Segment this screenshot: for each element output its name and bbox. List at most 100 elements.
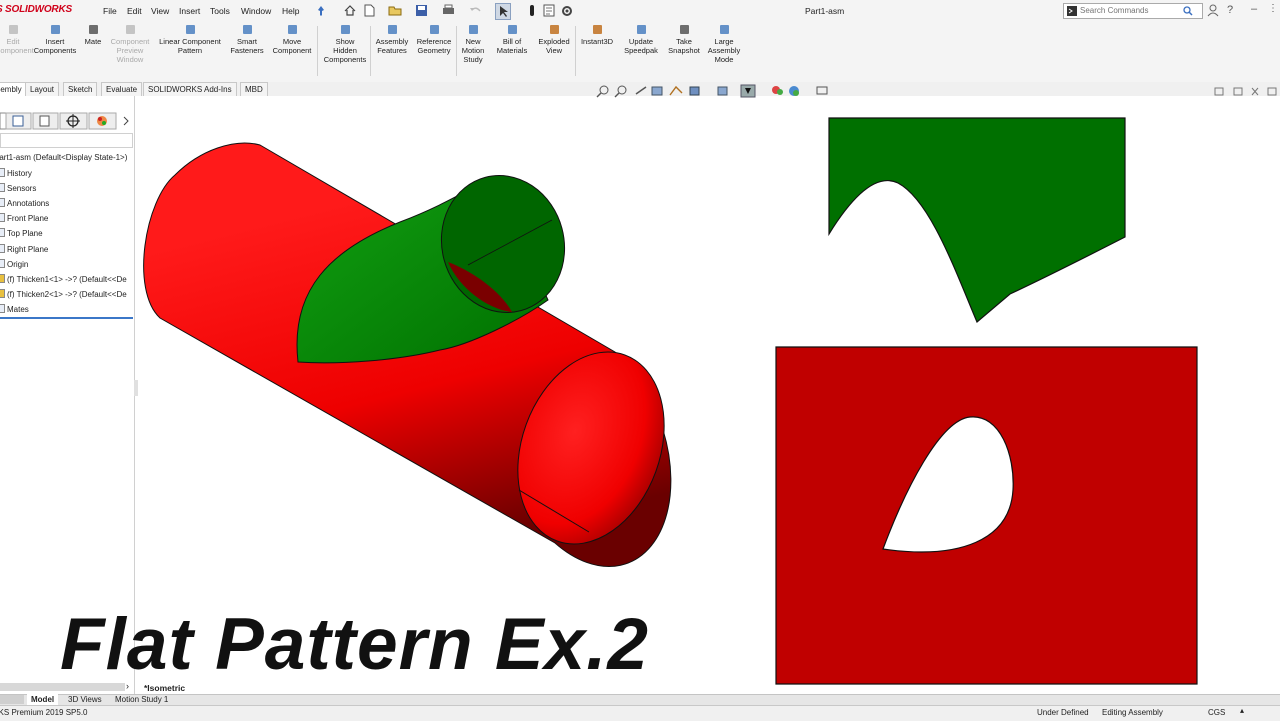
user-icon[interactable]: [1207, 4, 1219, 17]
section-view-icon[interactable]: [651, 86, 663, 96]
mate-button[interactable]: Mate: [83, 24, 103, 46]
sensors-icon: [0, 183, 5, 192]
menu-view[interactable]: View: [151, 6, 169, 16]
exploded-view-button[interactable]: Exploded View: [536, 24, 572, 55]
tab-addins[interactable]: SOLIDWORKS Add-Ins: [143, 82, 237, 96]
tree-item-origin[interactable]: Origin: [0, 259, 28, 269]
tree-item-mates[interactable]: Mates: [0, 304, 29, 314]
menu-window[interactable]: Window: [241, 6, 271, 16]
insert-components-button[interactable]: Insert Components: [32, 24, 78, 55]
dimxpert-manager-tab-icon[interactable]: [59, 112, 88, 130]
tree-item-top-plane[interactable]: Top Plane: [0, 228, 43, 238]
menu-help[interactable]: Help: [282, 6, 299, 16]
units-dropdown-icon[interactable]: ▴: [1240, 706, 1244, 715]
component-preview-window-button[interactable]: Component Preview Window: [108, 24, 152, 64]
new-document-icon[interactable]: [362, 3, 376, 18]
tree-item-annotations[interactable]: Annotations: [0, 198, 49, 208]
minimize-icon[interactable]: –: [1251, 3, 1257, 15]
menu-edit[interactable]: Edit: [127, 6, 142, 16]
bottom-tab-motion-study[interactable]: Motion Study 1: [111, 694, 172, 705]
new-motion-study-button[interactable]: New Motion Study: [459, 24, 487, 64]
apply-scene-icon[interactable]: [789, 86, 799, 96]
large-assembly-mode-button[interactable]: Large Assembly Mode: [707, 24, 741, 64]
expand-panel-chevron-icon[interactable]: [123, 116, 129, 126]
bill-of-materials-button[interactable]: Bill of Materials: [496, 24, 528, 55]
smart-fasteners-label: Smart Fasteners: [230, 37, 264, 55]
search-commands-icon: [1067, 6, 1077, 16]
home-icon[interactable]: [343, 3, 357, 18]
tab-layout[interactable]: Layout: [25, 82, 60, 96]
view-orientation-icon[interactable]: [689, 86, 700, 96]
heads-up-view-toolbar[interactable]: [596, 84, 841, 98]
tree-filter-bar[interactable]: [0, 133, 133, 148]
help-icon[interactable]: ?: [1227, 4, 1233, 16]
status-editing: Editing Assembly: [1102, 708, 1163, 717]
tree-item-label: Top Plane: [7, 229, 43, 238]
linear-component-pattern-button[interactable]: Linear Component Pattern: [157, 24, 223, 55]
search-box[interactable]: [1063, 3, 1203, 19]
print-icon[interactable]: [441, 3, 455, 18]
solidworks-logo[interactable]: S SOLIDWORKS: [0, 4, 72, 15]
display-style-icon[interactable]: [717, 86, 728, 96]
select-icon[interactable]: [495, 3, 511, 20]
save-icon[interactable]: [414, 3, 428, 18]
tab-sketch[interactable]: Sketch: [63, 82, 98, 96]
tree-item-history[interactable]: History: [0, 168, 32, 178]
tab-mbd[interactable]: MBD: [240, 82, 268, 96]
search-input[interactable]: [1080, 4, 1180, 16]
menu-insert[interactable]: Insert: [179, 6, 200, 16]
reference-geometry-button[interactable]: Reference Geometry: [415, 24, 453, 55]
zoom-to-area-icon[interactable]: [614, 85, 627, 98]
window-dock-icon[interactable]: [1267, 87, 1277, 96]
tree-item-sensors[interactable]: Sensors: [0, 183, 36, 193]
window-restore-icon[interactable]: [1214, 87, 1224, 96]
instant3d-button[interactable]: Instant3D: [579, 24, 615, 46]
window-maximize-icon[interactable]: [1233, 87, 1243, 96]
property-manager-tab-icon[interactable]: [5, 112, 32, 130]
open-folder-icon[interactable]: [388, 3, 402, 18]
magnifier-icon[interactable]: [1182, 6, 1194, 16]
file-properties-icon[interactable]: [542, 3, 556, 18]
show-hidden-components-button[interactable]: Show Hidden Components: [322, 24, 368, 64]
previous-view-icon[interactable]: [635, 86, 647, 95]
hide-show-items-icon[interactable]: [740, 84, 756, 98]
status-units[interactable]: CGS: [1208, 708, 1225, 717]
bottom-tab-nav-icons[interactable]: [0, 695, 24, 704]
menu-tools[interactable]: Tools: [210, 6, 230, 16]
move-component-button[interactable]: Move Component: [270, 24, 314, 55]
take-snapshot-button[interactable]: Take Snapshot: [668, 24, 700, 55]
smart-fasteners-button[interactable]: Smart Fasteners: [230, 24, 264, 55]
configuration-manager-tab-icon[interactable]: [32, 112, 59, 130]
menu-file[interactable]: File: [103, 6, 117, 16]
edit-appearance-icon[interactable]: [772, 86, 783, 95]
right-plane-icon: [0, 244, 5, 253]
display-manager-tab-icon[interactable]: [88, 112, 117, 130]
reference-geometry-label: Reference Geometry: [416, 37, 452, 55]
window-close-icon[interactable]: [1250, 87, 1260, 96]
flat-pattern-red[interactable]: [775, 346, 1198, 685]
mates-icon: [0, 304, 5, 313]
view-settings-icon[interactable]: [816, 86, 828, 95]
tab-evaluate[interactable]: Evaluate: [101, 82, 143, 96]
tree-item-front-plane[interactable]: Front Plane: [0, 213, 48, 223]
flat-pattern-green[interactable]: [828, 117, 1126, 323]
tree-item-thicken2[interactable]: (f) Thicken2<1> ->? (Default<<De: [0, 289, 127, 299]
assembly-features-button[interactable]: Assembly Features: [375, 24, 409, 55]
feature-manager-tab-icon[interactable]: [0, 112, 7, 130]
dynamic-annotation-icon[interactable]: [669, 85, 683, 96]
zoom-to-fit-icon[interactable]: [596, 85, 609, 98]
bottom-tab-model[interactable]: Model: [27, 694, 59, 705]
tab-assembly[interactable]: Assembly: [0, 82, 27, 96]
update-speedpak-button[interactable]: Update Speedpak: [622, 24, 660, 55]
tree-item-right-plane[interactable]: Right Plane: [0, 244, 48, 254]
tree-item-thicken1[interactable]: (f) Thicken1<1> ->? (Default<<De: [0, 274, 127, 284]
large-assembly-mode-label: Large Assembly Mode: [707, 37, 741, 64]
tree-root[interactable]: Part1-asm (Default<Display State-1>): [0, 153, 127, 162]
rebuild-icon[interactable]: [525, 3, 539, 18]
pin-icon[interactable]: [316, 5, 326, 17]
undo-icon[interactable]: [468, 3, 482, 18]
options-gear-icon[interactable]: [560, 3, 574, 18]
bottom-tab-3d-views[interactable]: 3D Views: [64, 694, 106, 705]
edit-component-button[interactable]: Edit Component: [0, 24, 34, 55]
more-options-icon[interactable]: ⋮: [1268, 3, 1278, 14]
